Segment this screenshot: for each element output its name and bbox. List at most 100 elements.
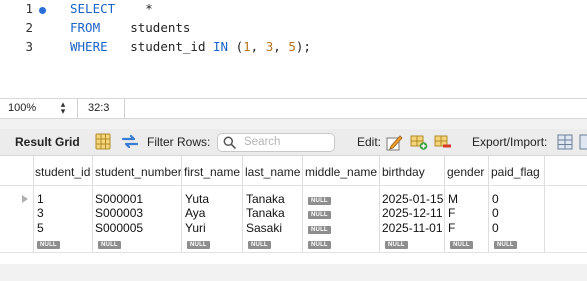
cell-last-name[interactable]: Sasaki bbox=[246, 221, 282, 235]
cursor-position: 32:3 bbox=[88, 102, 110, 114]
column-header[interactable]: student_id bbox=[35, 165, 90, 179]
divider bbox=[124, 99, 125, 118]
column-header[interactable]: birthday bbox=[382, 165, 425, 179]
new-row[interactable]: NULL NULL NULL NULL NULL NULL NULL NULL bbox=[0, 236, 587, 251]
cell-gender[interactable]: F bbox=[448, 221, 455, 235]
refresh-arrows-icon[interactable] bbox=[121, 133, 139, 151]
null-badge: NULL bbox=[385, 241, 408, 249]
filter-rows-search[interactable] bbox=[217, 133, 335, 152]
cell-student-id[interactable]: 3 bbox=[37, 206, 44, 220]
line-number: 2 bbox=[25, 20, 33, 35]
sql-text: * bbox=[145, 1, 153, 16]
null-badge: NULL bbox=[248, 241, 271, 249]
cell-first-name[interactable]: NULL bbox=[187, 236, 210, 250]
search-input[interactable] bbox=[244, 135, 330, 149]
divider bbox=[77, 99, 78, 118]
null-badge: NULL bbox=[308, 226, 331, 234]
null-badge: NULL bbox=[308, 211, 331, 219]
edit-pencil-icon[interactable] bbox=[386, 133, 404, 151]
cell-middle-name[interactable]: NULL bbox=[308, 236, 331, 250]
export-icon[interactable] bbox=[557, 133, 575, 151]
cell-gender[interactable]: NULL bbox=[450, 236, 473, 250]
grid-empty-area bbox=[0, 264, 587, 281]
result-grid-label: Result Grid bbox=[15, 135, 80, 149]
cell-first-name[interactable]: Yuri bbox=[185, 221, 206, 235]
cell-last-name[interactable]: Tanaka bbox=[246, 192, 285, 206]
column-header[interactable]: first_name bbox=[184, 165, 240, 179]
cell-first-name[interactable]: Aya bbox=[185, 206, 205, 220]
cell-student-number[interactable]: NULL bbox=[98, 236, 121, 250]
cell-middle-name[interactable]: NULL bbox=[308, 221, 331, 235]
sql-text: student_id bbox=[130, 39, 206, 54]
cell-paid-flag[interactable]: 0 bbox=[492, 192, 499, 206]
result-grid[interactable]: student_id student_number first_name las… bbox=[0, 156, 587, 281]
line-number: 3 bbox=[25, 39, 33, 54]
cell-gender[interactable]: M bbox=[448, 192, 458, 206]
cell-last-name[interactable]: NULL bbox=[248, 236, 271, 250]
chevron-down-icon[interactable]: ▾ bbox=[61, 106, 66, 116]
column-header[interactable]: paid_flag bbox=[491, 165, 540, 179]
cell-middle-name[interactable]: NULL bbox=[308, 192, 331, 206]
null-badge: NULL bbox=[308, 241, 331, 249]
editor-status-bar: 100% ▴ ▾ 32:3 bbox=[0, 98, 587, 119]
null-badge: NULL bbox=[494, 241, 517, 249]
column-header[interactable]: gender bbox=[447, 165, 484, 179]
cell-student-number[interactable]: S000005 bbox=[95, 221, 143, 235]
null-badge: NULL bbox=[98, 241, 121, 249]
filter-rows-label: Filter Rows: bbox=[147, 135, 211, 149]
grid-layout-icon[interactable] bbox=[95, 133, 113, 151]
cell-paid-flag[interactable]: NULL bbox=[494, 236, 517, 250]
sql-keyword: IN bbox=[213, 39, 229, 54]
table-row[interactable]: 5 S000005 Yuri Sasaki NULL 2025-11-01 F … bbox=[0, 221, 587, 236]
cell-birthday[interactable]: 2025-01-15 bbox=[382, 192, 443, 206]
sql-editor[interactable]: 1 SELECT * 2 FROM students 3 WHERE stude… bbox=[0, 0, 587, 98]
cell-paid-flag[interactable]: 0 bbox=[492, 206, 499, 220]
cell-student-id[interactable]: 5 bbox=[37, 221, 44, 235]
cell-first-name[interactable]: Yuta bbox=[185, 192, 209, 206]
result-toolbar: Result Grid Filter Rows: Edit: bbox=[0, 129, 587, 156]
cell-paid-flag[interactable]: 0 bbox=[492, 221, 499, 235]
table-row[interactable]: 3 S000003 Aya Tanaka NULL 2025-12-11 F 0 bbox=[0, 206, 587, 221]
column-header[interactable]: last_name bbox=[245, 165, 300, 179]
sql-paren: ); bbox=[295, 39, 311, 54]
sql-number: 5 bbox=[288, 39, 296, 54]
cell-last-name[interactable]: Tanaka bbox=[246, 206, 285, 220]
column-header[interactable]: student_number bbox=[95, 165, 182, 179]
cell-gender[interactable]: F bbox=[448, 206, 455, 220]
zoom-stepper[interactable]: ▴ ▾ bbox=[58, 100, 68, 116]
grid-bottom-divider bbox=[0, 252, 587, 253]
panel-gap bbox=[0, 119, 587, 129]
zoom-level: 100% bbox=[8, 102, 37, 114]
header-divider bbox=[0, 185, 587, 186]
null-badge: NULL bbox=[308, 197, 331, 205]
sql-keyword: FROM bbox=[70, 20, 101, 35]
cell-student-id[interactable]: NULL bbox=[37, 236, 60, 250]
sql-text: students bbox=[130, 20, 191, 35]
search-icon bbox=[223, 136, 236, 149]
breakpoint-dot-icon[interactable] bbox=[39, 7, 46, 14]
sql-number: 1 bbox=[243, 39, 251, 54]
cell-middle-name[interactable]: NULL bbox=[308, 206, 331, 220]
sql-comma: , bbox=[250, 39, 266, 54]
current-row-indicator-icon bbox=[22, 195, 28, 203]
add-row-icon[interactable] bbox=[410, 133, 428, 151]
cell-birthday[interactable]: NULL bbox=[385, 236, 408, 250]
column-header[interactable]: middle_name bbox=[305, 165, 377, 179]
delete-row-icon[interactable] bbox=[434, 133, 452, 151]
edit-label: Edit: bbox=[357, 135, 382, 149]
sql-keyword: SELECT bbox=[70, 1, 116, 16]
sql-keyword: WHERE bbox=[70, 39, 108, 54]
table-row[interactable]: 1 S000001 Yuta Tanaka NULL 2025-01-15 M … bbox=[0, 192, 587, 207]
line-number: 1 bbox=[25, 1, 33, 16]
import-icon[interactable] bbox=[579, 133, 587, 151]
export-import-label: Export/Import: bbox=[472, 135, 548, 149]
sql-comma: , bbox=[273, 39, 289, 54]
cell-student-number[interactable]: S000001 bbox=[95, 192, 143, 206]
cell-birthday[interactable]: 2025-11-01 bbox=[382, 221, 443, 235]
cell-student-id[interactable]: 1 bbox=[37, 192, 44, 206]
cell-student-number[interactable]: S000003 bbox=[95, 206, 143, 220]
sql-paren: ( bbox=[235, 39, 244, 54]
cell-birthday[interactable]: 2025-12-11 bbox=[382, 206, 443, 220]
null-badge: NULL bbox=[37, 241, 60, 249]
null-badge: NULL bbox=[450, 241, 473, 249]
